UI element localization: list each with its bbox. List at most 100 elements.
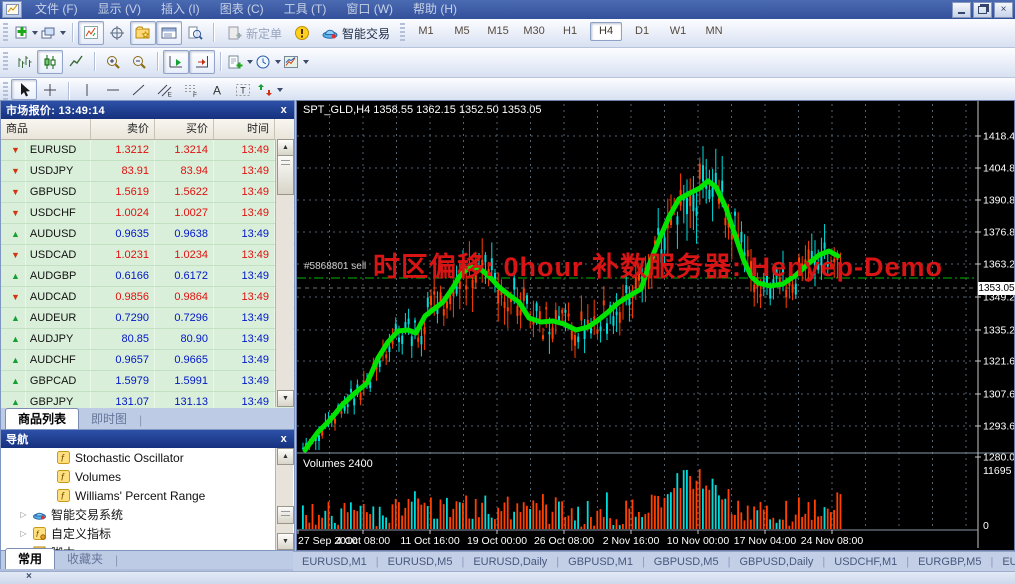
horizontal-line-button[interactable]	[100, 79, 126, 100]
table-row[interactable]: ▼AUDCAD0.98560.986413:49	[1, 287, 294, 308]
table-row[interactable]: ▼USDCAD1.02311.023413:49	[1, 245, 294, 266]
column-header-3[interactable]: 时间	[214, 119, 275, 139]
zoom-out-button[interactable]	[126, 50, 152, 74]
chart-tab-gbpusd-m1[interactable]: GBPUSD,M1	[559, 556, 642, 568]
vertical-line-button[interactable]	[74, 79, 100, 100]
tab-tick-chart[interactable]: 即时图	[79, 409, 139, 429]
chart-tab-eurgbp-m5[interactable]: EURGBP,M5	[909, 556, 990, 568]
navigator-scrollbar[interactable]: ▲ ▼	[275, 448, 293, 550]
templates-button[interactable]	[282, 50, 310, 74]
crosshair-target-button[interactable]	[104, 21, 130, 45]
bar-chart-button[interactable]	[11, 50, 37, 74]
scrollbar-thumb[interactable]	[277, 155, 294, 195]
terminal-toggle-button[interactable]	[156, 21, 182, 45]
menu-item-1[interactable]: 显示 (V)	[88, 2, 151, 16]
timeframe-w1[interactable]: W1	[662, 22, 694, 41]
nav-item-2[interactable]: fWilliams' Percent Range	[1, 486, 294, 505]
timeframe-m5[interactable]: M5	[446, 22, 478, 41]
chart-window[interactable]: 1418.401404.801390.801376.801363.201349.…	[296, 100, 1015, 551]
minimize-button[interactable]	[952, 2, 971, 18]
dropdown-arrow-icon[interactable]	[247, 60, 253, 64]
menu-item-6[interactable]: 帮助 (H)	[403, 2, 467, 16]
timeframe-m30[interactable]: M30	[518, 22, 550, 41]
price-chart[interactable]: 1418.401404.801390.801376.801363.201349.…	[297, 101, 1014, 550]
table-row[interactable]: ▼USDCHF1.00241.002713:49	[1, 203, 294, 224]
close-button[interactable]: ×	[994, 2, 1013, 18]
dropdown-arrow-icon[interactable]	[275, 60, 281, 64]
table-row[interactable]: ▼USDJPY83.9183.9413:49	[1, 161, 294, 182]
app-icon[interactable]	[2, 1, 22, 18]
expert-advisors-button[interactable]: 智能交易	[315, 21, 397, 45]
panel-close-icon[interactable]: ×	[26, 571, 32, 582]
table-row[interactable]: ▲GBPCAD1.59791.599113:49	[1, 371, 294, 392]
tab-symbols[interactable]: 商品列表	[5, 408, 79, 429]
chart-tab-eurusd-m5[interactable]: EURUSD,M5	[379, 556, 462, 568]
scroll-up-icon[interactable]: ▲	[277, 139, 294, 156]
toolbar-grip[interactable]	[3, 82, 8, 100]
chart-tab-eur[interactable]: EUR	[993, 556, 1015, 568]
table-row[interactable]: ▼GBPUSD1.56191.562213:49	[1, 182, 294, 203]
scroll-down-icon[interactable]: ▼	[277, 533, 294, 550]
table-row[interactable]: ▲AUDGBP0.61660.617213:49	[1, 266, 294, 287]
dropdown-arrow-icon[interactable]	[32, 31, 38, 35]
market-watch-close-icon[interactable]: x	[279, 105, 289, 116]
dropdown-arrow-icon[interactable]	[60, 31, 66, 35]
nav-item-1[interactable]: fVolumes	[1, 467, 294, 486]
menu-item-2[interactable]: 插入 (I)	[151, 2, 210, 16]
text-label-button[interactable]: T	[230, 79, 256, 100]
dropdown-arrow-icon[interactable]	[277, 88, 283, 92]
cursor-button[interactable]	[11, 79, 37, 100]
timeframe-m15[interactable]: M15	[482, 22, 514, 41]
expander-icon[interactable]: ▷	[19, 510, 28, 519]
timeframe-mn[interactable]: MN	[698, 22, 730, 41]
navigator-toggle-button[interactable]	[130, 21, 156, 45]
new-chart-button[interactable]	[11, 21, 39, 45]
text-button[interactable]: A	[204, 79, 230, 100]
tab-favorites[interactable]: 收藏夹	[55, 549, 115, 569]
menu-item-0[interactable]: 文件 (F)	[25, 2, 88, 16]
fibonacci-button[interactable]: F	[178, 79, 204, 100]
dropdown-arrow-icon[interactable]	[303, 60, 309, 64]
table-row[interactable]: ▲AUDEUR0.72900.729613:49	[1, 308, 294, 329]
column-header-0[interactable]: 商品	[1, 119, 91, 139]
nav-item-3[interactable]: ▷智能交易系统	[1, 505, 294, 524]
toolbar-grip[interactable]	[400, 23, 405, 41]
toolbar-grip[interactable]	[3, 23, 8, 41]
trendline-button[interactable]	[126, 79, 152, 100]
table-row[interactable]: ▲AUDCHF0.96570.966513:49	[1, 350, 294, 371]
periods-button[interactable]	[254, 50, 282, 74]
expander-icon[interactable]: ▷	[19, 529, 28, 538]
table-row[interactable]: ▲AUDUSD0.96350.963813:49	[1, 224, 294, 245]
chart-shift-button[interactable]	[189, 50, 215, 74]
column-header-1[interactable]: 卖价	[91, 119, 155, 139]
table-row[interactable]: ▲GBPJPY131.07131.1313:49	[1, 392, 294, 408]
arrows-button[interactable]	[256, 79, 284, 100]
timeframe-d1[interactable]: D1	[626, 22, 658, 41]
tab-common[interactable]: 常用	[5, 548, 55, 569]
tick-chart-button[interactable]	[78, 21, 104, 45]
chart-tab-eurusd-daily[interactable]: EURUSD,Daily	[464, 556, 556, 568]
nav-item-4[interactable]: ▷f自定义指标	[1, 524, 294, 543]
timeframe-h4[interactable]: H4	[590, 22, 622, 41]
profiles-button[interactable]	[39, 21, 67, 45]
menu-item-4[interactable]: 工具 (T)	[274, 2, 337, 16]
chart-tab-gbpusd-m5[interactable]: GBPUSD,M5	[645, 556, 728, 568]
chart-tab-gbpusd-daily[interactable]: GBPUSD,Daily	[730, 556, 822, 568]
timeframe-h1[interactable]: H1	[554, 22, 586, 41]
restore-button[interactable]	[973, 2, 992, 18]
navigator-close-icon[interactable]: x	[279, 434, 289, 445]
chart-tab-usdchf-m1[interactable]: USDCHF,M1	[825, 556, 906, 568]
strategy-tester-button[interactable]	[182, 21, 208, 45]
scroll-up-icon[interactable]: ▲	[277, 448, 294, 465]
table-row[interactable]: ▲AUDJPY80.8580.9013:49	[1, 329, 294, 350]
alert-button[interactable]	[289, 21, 315, 45]
timeframe-m1[interactable]: M1	[410, 22, 442, 41]
toolbar-grip[interactable]	[3, 52, 8, 70]
table-row[interactable]: ▼EURUSD1.32121.321413:49	[1, 140, 294, 161]
line-chart-button[interactable]	[63, 50, 89, 74]
scrollbar-thumb[interactable]	[277, 506, 294, 524]
nav-item-0[interactable]: fStochastic Oscillator	[1, 448, 294, 467]
candlestick-button[interactable]	[37, 50, 63, 74]
auto-scroll-button[interactable]	[163, 50, 189, 74]
scroll-down-icon[interactable]: ▼	[277, 390, 294, 407]
